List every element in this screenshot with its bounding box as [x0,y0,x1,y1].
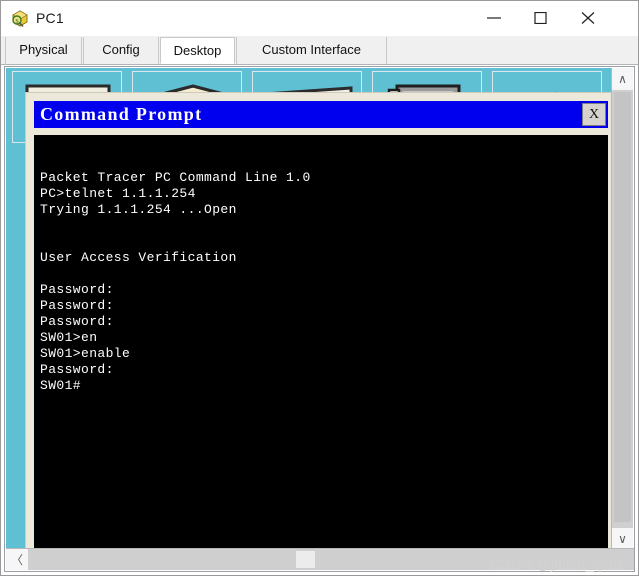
pc1-device-window: S PC1 Physical Config Desktop Custom Int [0,0,639,576]
chevron-left-icon: 〈 [10,552,24,567]
terminal-output-area[interactable]: Packet Tracer PC Command Line 1.0 PC>tel… [34,135,608,550]
window-titlebar: S PC1 [1,1,638,37]
desktop-content-area: Command Prompt X Packet Tracer PC Comman… [4,66,635,572]
maximize-button[interactable] [518,1,564,35]
horizontal-scrollbar[interactable]: 〈 [6,548,634,570]
chevron-down-icon: ∨ [618,532,627,546]
scroll-down-button[interactable]: ∨ [612,528,633,550]
horizontal-scroll-thumb[interactable] [296,551,315,568]
vertical-scrollbar[interactable]: ∧ ∨ [611,68,633,550]
tab-desktop[interactable]: Desktop [160,37,235,64]
desktop-icon-pane: Command Prompt X Packet Tracer PC Comman… [6,68,613,550]
scroll-left-button[interactable]: 〈 [6,549,28,570]
device-tab-strip: Physical Config Desktop Custom Interface [1,36,638,65]
scroll-up-button[interactable]: ∧ [612,68,633,90]
tab-config[interactable]: Config [83,37,159,64]
svg-text:S: S [15,19,18,25]
command-prompt-window: Command Prompt X Packet Tracer PC Comman… [25,92,613,550]
close-button[interactable] [565,1,611,35]
minimize-button[interactable] [471,1,517,35]
vertical-scroll-thumb[interactable] [614,92,631,522]
command-prompt-titlebar: Command Prompt X [34,101,608,128]
command-prompt-title: Command Prompt [40,104,203,124]
packet-tracer-pc-icon: S [10,9,30,29]
chevron-up-icon: ∧ [618,72,627,86]
terminal-text: Packet Tracer PC Command Line 1.0 PC>tel… [40,170,311,393]
tab-physical[interactable]: Physical [5,37,82,64]
tab-custom-interface[interactable]: Custom Interface [236,37,387,64]
window-title: PC1 [36,10,64,26]
command-prompt-close-button[interactable]: X [582,103,606,126]
